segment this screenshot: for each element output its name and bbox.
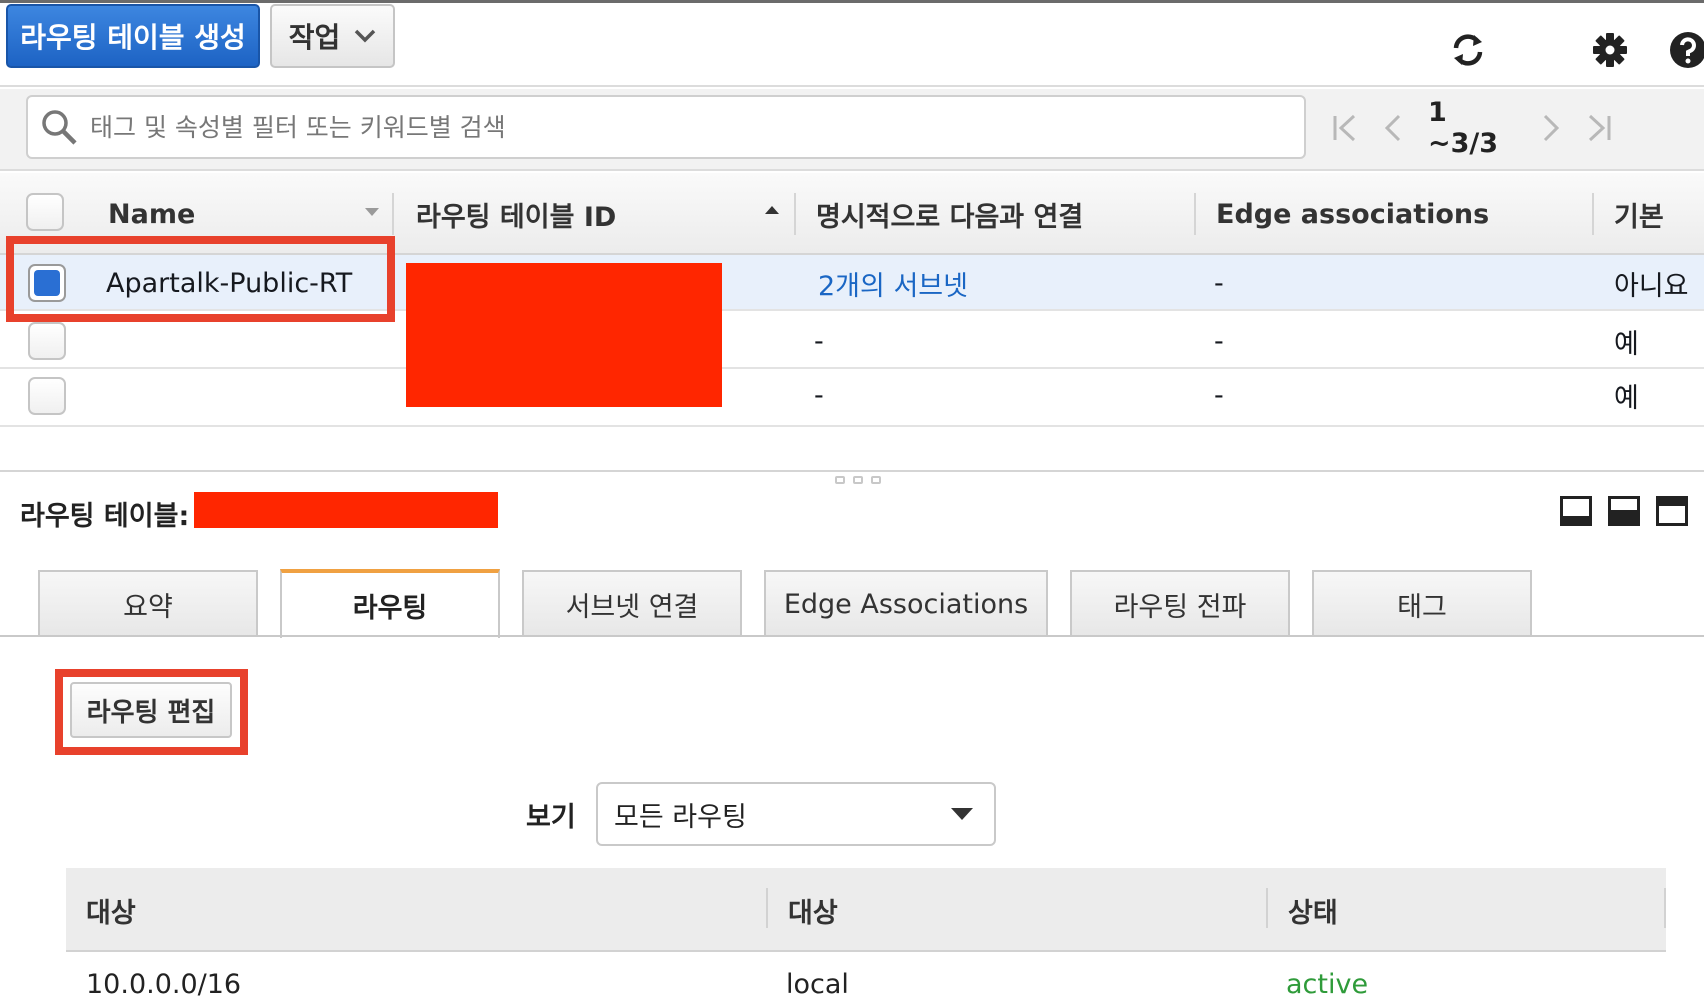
redacted-route-table-id [194,492,498,528]
explicit-association-link[interactable]: 2개의 서브넷 [818,255,1188,311]
edge-association-value: - [1214,325,1224,357]
help-icon[interactable] [1668,30,1704,70]
column-separator [1592,193,1594,235]
pagination-text: 1 ~3/3 [1428,97,1499,159]
tab-strip-border [0,635,1704,637]
tab-routes[interactable]: 라우팅 [280,569,500,638]
splitter-grip-icon[interactable] [828,476,888,486]
sort-desc-icon[interactable] [364,207,380,217]
edge-association-value: - [1214,267,1224,299]
column-separator [392,193,394,235]
sort-asc-icon[interactable] [764,205,780,215]
view-filter-select[interactable]: 모든 라우팅 [596,782,996,846]
routes-column-status[interactable]: 상태 [1288,868,1588,952]
column-header-edge-associations[interactable]: Edge associations [1216,173,1576,255]
main-value: 아니요 [1614,270,1689,302]
column-separator [1266,888,1268,928]
next-page-icon[interactable] [1536,110,1566,146]
detail-panel-title: 라우팅 테이블: r [20,490,213,536]
column-header-explicit-association[interactable]: 명시적으로 다음과 연결 [816,173,1186,255]
tab-tags[interactable]: 태그 [1312,570,1532,636]
layout-bottom-panel-icon[interactable] [1560,496,1592,526]
redacted-route-table-ids [406,263,722,407]
search-input[interactable] [88,111,1272,143]
highlight-annotation [55,669,248,755]
column-separator [1194,193,1196,235]
explicit-association-value: - [814,379,824,411]
column-separator [766,888,768,928]
layout-split-panel-icon[interactable] [1608,496,1640,526]
actions-label: 작업 [288,21,341,54]
column-header-main[interactable]: 기본 [1614,173,1704,255]
route-table-name [106,371,376,427]
panel-splitter[interactable] [0,470,1704,472]
prev-page-icon[interactable] [1378,110,1408,146]
main-value: 예 [1614,328,1639,360]
chevron-down-icon [355,29,376,43]
route-target: local [786,968,849,1000]
row-checkbox[interactable] [28,322,66,360]
select-all-checkbox[interactable] [26,193,64,231]
search-field[interactable] [26,95,1306,159]
first-page-icon[interactable] [1330,110,1360,146]
create-route-table-button[interactable]: 라우팅 테이블 생성 [6,4,260,68]
tab-route-propagation[interactable]: 라우팅 전파 [1070,570,1290,636]
column-header-route-table-id[interactable]: 라우팅 테이블 ID [416,173,736,255]
route-destination: 10.0.0.0/16 [86,968,242,1000]
tab-subnet-associations[interactable]: 서브넷 연결 [522,570,742,636]
edge-association-value: - [1214,379,1224,411]
refresh-icon[interactable] [1448,30,1488,70]
highlight-annotation [6,236,395,322]
layout-top-panel-icon[interactable] [1656,496,1688,526]
actions-dropdown-button[interactable]: 작업 [270,4,395,68]
last-page-icon[interactable] [1584,110,1614,146]
search-icon [42,110,77,145]
view-filter-value: 모든 라우팅 [614,801,747,833]
column-separator [1664,888,1666,928]
main-value: 예 [1614,382,1639,414]
gear-icon[interactable] [1590,30,1630,70]
route-status: active [1286,968,1369,1000]
view-filter-label: 보기 [526,801,576,833]
tab-summary[interactable]: 요약 [38,570,258,636]
routes-column-target[interactable]: 대상 [788,868,1188,952]
column-separator [794,193,796,235]
caret-down-icon [951,808,973,820]
routes-column-destination[interactable]: 대상 [86,868,686,952]
row-checkbox[interactable] [28,377,66,415]
tab-edge-associations[interactable]: Edge Associations [764,570,1048,636]
explicit-association-value: - [814,325,824,357]
